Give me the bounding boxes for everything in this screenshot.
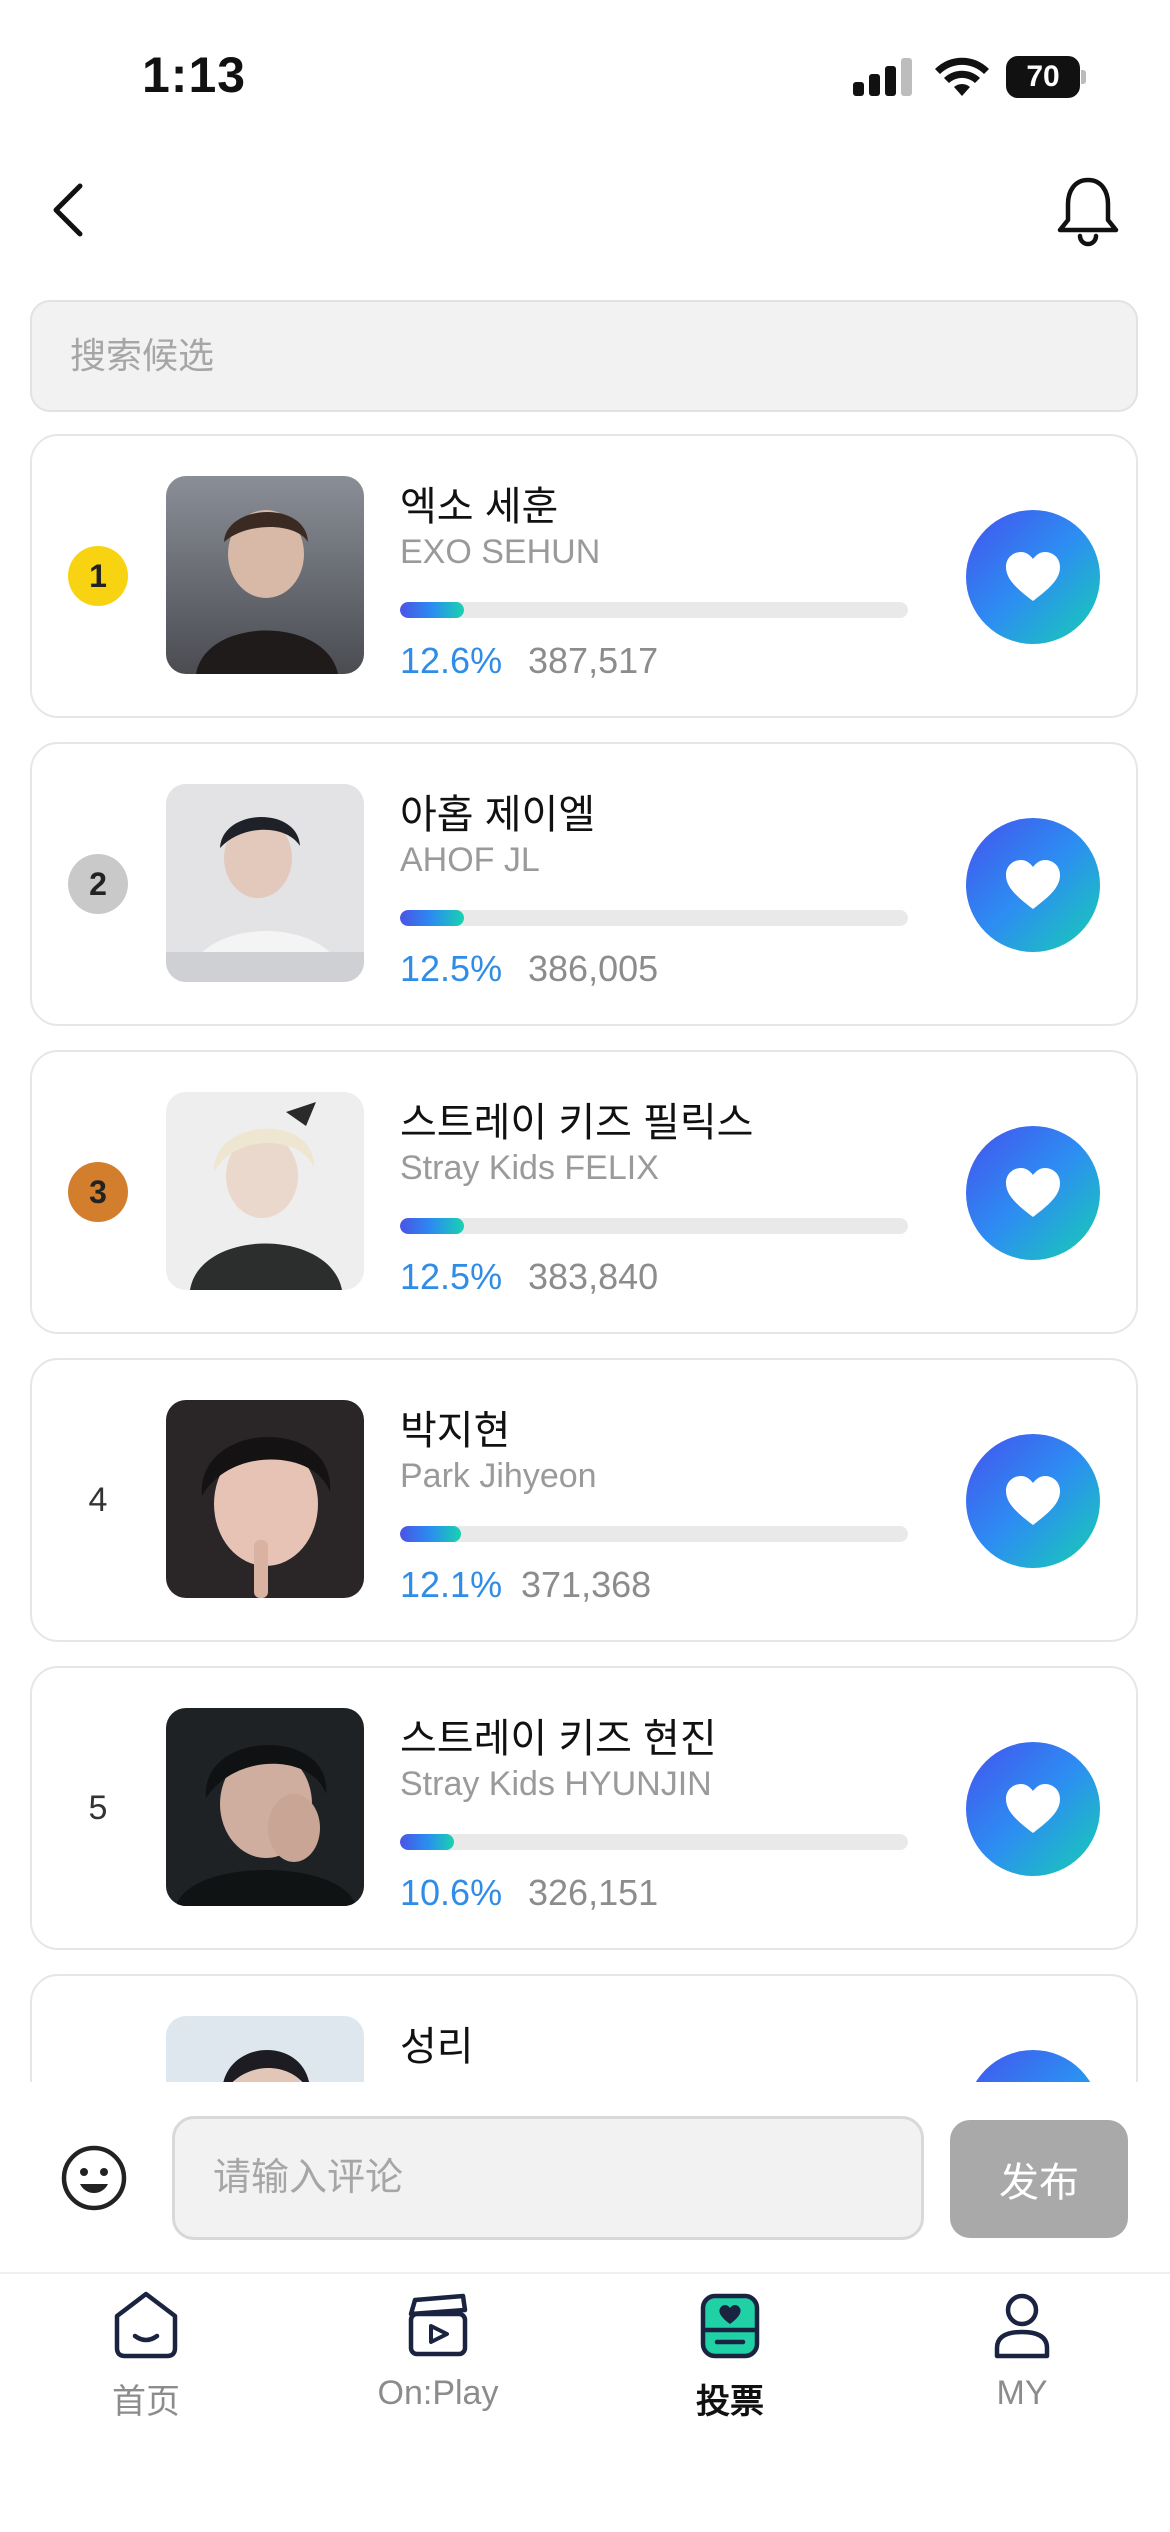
candidate-name-ko: 엑소 세훈	[400, 485, 559, 529]
candidate-photo	[166, 2016, 364, 2082]
vote-heart-button[interactable]	[966, 1126, 1100, 1260]
notifications-button[interactable]	[1052, 170, 1124, 250]
rank-badge-bronze: 3	[68, 1162, 128, 1222]
candidate-card[interactable]: 1 엑소 세훈 EXO SEHUN 12.6% 387,517	[30, 434, 1138, 718]
vote-percent: 12.1%	[400, 1564, 503, 1605]
candidate-photo	[166, 476, 364, 674]
cellular-signal-icon	[853, 58, 913, 96]
vote-heart-button[interactable]	[966, 510, 1100, 644]
candidate-name-ko: 박지현	[400, 1409, 511, 1453]
status-bar: 1:13 70	[0, 0, 1170, 150]
vote-percent: 10.6%	[400, 1872, 503, 1913]
vote-progress-bar	[400, 910, 908, 926]
vote-heart-button[interactable]	[966, 1742, 1100, 1876]
vote-count: 386,005	[528, 948, 659, 989]
vote-count: 387,517	[528, 640, 659, 681]
vote-progress-fill	[400, 910, 464, 926]
status-time: 1:13	[142, 47, 247, 103]
candidate-name-en: Stray Kids FELIX	[400, 1149, 659, 1187]
vote-progress-bar	[400, 1834, 908, 1850]
battery-level: 70	[1006, 56, 1080, 98]
rank-number: 5	[88, 1789, 108, 1827]
candidate-card[interactable]: 2 아홉 제이엘 AHOF JL 12.5% 386,005	[30, 742, 1138, 1026]
candidate-card[interactable]: 5 스트레이 키즈 현진 Stray Kids HYUNJIN 10.6% 32…	[30, 1666, 1138, 1950]
candidate-photo	[166, 1400, 364, 1598]
rank-number: 4	[88, 1481, 108, 1519]
candidate-name-ko: 성리	[400, 2025, 474, 2069]
candidate-photo	[166, 784, 364, 982]
publish-button[interactable]: 发布	[950, 2120, 1128, 2238]
vote-count: 371,368	[521, 1564, 652, 1605]
clapperboard-icon	[408, 2293, 468, 2357]
candidate-name-ko: 스트레이 키즈 현진	[400, 1717, 717, 1761]
person-icon	[994, 2293, 1050, 2359]
comment-bar: 发布	[0, 2082, 1170, 2272]
candidate-card[interactable]: 성리	[30, 1974, 1138, 2082]
battery-icon: 70	[1006, 56, 1086, 98]
tab-label: On:Play	[377, 2374, 499, 2412]
tab-label: 首页	[112, 2383, 180, 2421]
candidate-photo	[166, 1708, 364, 1906]
vote-progress-fill	[400, 1218, 464, 1234]
wifi-icon	[935, 57, 989, 96]
home-icon	[114, 2291, 178, 2359]
vote-progress-bar	[400, 602, 908, 618]
candidate-photo	[166, 1092, 364, 1290]
candidate-search-input[interactable]	[32, 302, 1136, 410]
tab-onplay[interactable]: On:Play	[292, 2274, 584, 2454]
comment-input-box	[172, 2116, 924, 2240]
heart-icon	[1006, 1476, 1060, 1525]
vote-heart-button[interactable]	[966, 2050, 1100, 2082]
rank-badge-silver: 2	[68, 854, 128, 914]
tab-home[interactable]: 首页	[0, 2274, 292, 2454]
vote-progress-fill	[400, 602, 464, 618]
vote-heart-button[interactable]	[966, 1434, 1100, 1568]
candidate-card[interactable]: 4 박지현 Park Jihyeon 12.1% 371,368	[30, 1358, 1138, 1642]
comment-input[interactable]	[175, 2119, 921, 2237]
heart-icon	[1006, 1784, 1060, 1833]
candidate-name-en: Park Jihyeon	[400, 1457, 597, 1495]
candidate-name-ko: 스트레이 키즈 필릭스	[400, 1101, 754, 1145]
tab-label: 投票	[696, 2383, 764, 2421]
candidate-card[interactable]: 3 스트레이 키즈 필릭스 Stray Kids FELIX 12.5% 383…	[30, 1050, 1138, 1334]
candidate-name-ko: 아홉 제이엘	[400, 793, 596, 837]
bell-icon	[1057, 177, 1119, 247]
heart-icon	[1006, 1168, 1060, 1217]
vote-count: 326,151	[528, 1872, 659, 1913]
vote-percent: 12.6%	[400, 640, 503, 681]
vote-percent: 12.5%	[400, 1256, 503, 1297]
candidate-name-en: AHOF JL	[400, 841, 540, 879]
heart-icon	[1006, 860, 1060, 909]
vote-progress-bar	[400, 1526, 908, 1542]
back-button[interactable]	[40, 170, 100, 250]
vote-ranking-screen: 1:13 70 1	[0, 0, 1170, 2532]
bottom-tab-bar: 首页 On:Play 投票 MY	[0, 2272, 1170, 2532]
tab-my[interactable]: MY	[876, 2274, 1168, 2454]
candidate-name-en: EXO SEHUN	[400, 533, 601, 571]
candidate-search-box	[30, 300, 1138, 412]
vote-progress-fill	[400, 1834, 454, 1850]
emoji-button[interactable]	[58, 2142, 130, 2214]
candidate-name-en: Stray Kids HYUNJIN	[400, 1765, 712, 1803]
heart-icon	[1006, 552, 1060, 601]
vote-percent: 12.5%	[400, 948, 503, 989]
rank-badge-gold: 1	[68, 546, 128, 606]
vote-heart-button[interactable]	[966, 818, 1100, 952]
tab-vote[interactable]: 投票	[584, 2274, 876, 2454]
tab-label: MY	[996, 2374, 1048, 2412]
chevron-left-icon	[53, 183, 83, 237]
vote-progress-fill	[400, 1526, 462, 1542]
vote-count: 383,840	[528, 1256, 659, 1297]
vote-box-icon	[700, 2293, 760, 2359]
candidate-list[interactable]: 1 엑소 세훈 EXO SEHUN 12.6% 387,517 2 아홉 제이엘…	[0, 432, 1170, 2082]
vote-progress-bar	[400, 1218, 908, 1234]
smiley-icon	[61, 2145, 127, 2211]
